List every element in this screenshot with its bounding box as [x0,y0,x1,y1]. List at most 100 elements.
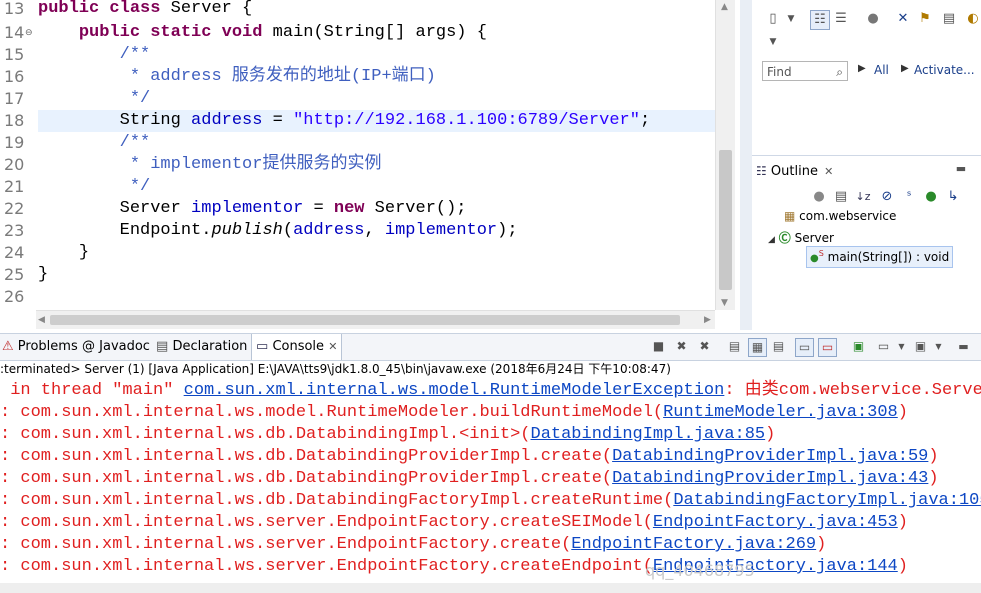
focus-icon[interactable]: ● [864,10,882,28]
close-icon[interactable]: ✕ [824,165,833,178]
schedule-icon[interactable]: ☰ [832,10,850,28]
collapse-all-icon[interactable]: ▤ [832,188,850,206]
tree-item-method[interactable]: ●S main(String[]) : void [810,249,949,264]
code-line-18-current[interactable]: String address = "http://192.168.1.100:6… [38,110,715,132]
remove-all-icon[interactable]: ✖ [696,338,713,355]
vertical-scroll-thumb[interactable] [719,150,732,290]
code-line-20[interactable]: * implementor提供服务的实例 [38,154,715,176]
pin-console-icon[interactable]: ▣ [850,338,867,355]
focus-icon[interactable]: ● [810,188,828,206]
console-line[interactable]: : com.sun.xml.internal.ws.server.Endpoin… [0,556,908,578]
code-line-15[interactable]: /** [38,44,715,66]
console-line[interactable]: : com.sun.xml.internal.ws.db.Databinding… [0,446,939,468]
remove-launch-icon[interactable]: ✖ [673,338,690,355]
exception-link[interactable]: com.sun.xml.internal.ws.model.RuntimeMod… [184,381,725,400]
code-line-22[interactable]: Server implementor = new Server(); [38,198,715,220]
close-icon[interactable]: ✕ [328,340,337,353]
line-number: 17 [4,89,25,108]
horizontal-scroll-thumb[interactable] [50,315,680,325]
dropdown-arrow-icon[interactable]: ▼ [782,10,800,28]
code-line-21[interactable]: */ [38,176,715,198]
scroll-right-icon[interactable]: ▶ [704,315,711,325]
code-line-13[interactable]: public class Server { [38,0,715,20]
activate-link[interactable]: Activate... [914,63,975,77]
stack-frame-link[interactable]: EndpointFactory.java:269 [571,535,816,554]
line-number: 18 [4,111,25,130]
minimize-icon[interactable]: ▬ [955,338,972,355]
stack-frame-link[interactable]: RuntimeModeler.java:308 [663,403,898,422]
stack-frame-link[interactable]: DatabindingProviderImpl.java:59 [612,447,928,466]
all-link[interactable]: All [874,63,889,77]
word-wrap-icon[interactable]: ▤ [770,338,787,355]
collapse-all-icon[interactable]: ▤ [940,10,958,28]
tab-problems[interactable]: ⚠ Problems [2,334,78,360]
console-line[interactable]: : com.sun.xml.internal.ws.db.Databinding… [0,424,775,446]
tab-outline[interactable]: ☷ Outline ✕ [756,158,833,184]
stack-frame-link[interactable]: DatabindingImpl.java:85 [531,425,766,444]
line-number: 25 [4,265,25,284]
show-on-stdout-icon[interactable]: ▭ [795,338,814,357]
code-editor[interactable]: 13 14 ⊖ 15 16 17 18 19 20 21 22 23 24 25… [0,0,735,330]
console-line[interactable]: : com.sun.xml.internal.ws.db.Databinding… [0,490,981,512]
hide-local-types-icon[interactable]: ↳ [944,188,962,206]
tree-item-class[interactable]: ◢ Ⓒ Server [768,229,834,246]
minimize-icon[interactable]: ▬ [952,160,970,178]
static-marker: S [818,249,824,258]
code-line-25[interactable]: } [38,264,715,286]
stack-frame-link[interactable]: EndpointFactory.java:453 [653,513,898,532]
fold-icon[interactable]: ⊖ [25,22,33,44]
code-line-24[interactable]: } [38,242,715,264]
scroll-left-icon[interactable]: ◀ [38,315,45,325]
console-line[interactable]: : com.sun.xml.internal.ws.db.Databinding… [0,468,939,490]
code-line-23[interactable]: Endpoint.publish(address, implementor); [38,220,715,242]
expand-arrow-icon: ▶ [858,63,866,74]
line-number: 22 [4,199,25,218]
stack-frame-link[interactable]: DatabindingProviderImpl.java:43 [612,469,928,488]
hide-completed-icon[interactable]: ✕ [894,10,912,28]
hide-non-active-icon[interactable]: ⚑ [916,10,934,28]
editor-horizontal-scrollbar[interactable]: ◀ ▶ [36,310,715,329]
dropdown-arrow-icon[interactable]: ▼ [893,338,910,355]
find-input[interactable]: Find ⌕ [762,61,848,81]
categorize-icon[interactable]: ☷ [810,10,830,30]
at-icon: @ [82,339,95,354]
dropdown-arrow-icon[interactable]: ▼ [930,338,947,355]
scroll-lock-icon[interactable]: ▦ [748,338,767,357]
terminate-icon[interactable]: ■ [650,338,667,355]
console-line[interactable]: : com.sun.xml.internal.ws.server.Endpoin… [0,534,826,556]
editor-vertical-scrollbar[interactable]: ▲ ▼ [715,0,735,310]
tab-console[interactable]: ▭ Console ✕ [251,334,343,360]
sort-icon[interactable]: ↓z [854,188,872,206]
console-line[interactable]: : com.sun.xml.internal.ws.model.RuntimeM… [0,402,908,424]
code-line-19[interactable]: /** [38,132,715,154]
console-line[interactable]: in thread "main" com.sun.xml.internal.ws… [0,380,981,402]
class-icon: Ⓒ [778,231,791,245]
code-line-16[interactable]: * address 服务发布的地址(IP+端口) [38,66,715,88]
console-horizontal-scrollbar[interactable] [0,583,981,593]
new-task-icon[interactable]: ▯ [764,10,782,28]
line-number: 24 [4,243,25,262]
stack-frame-link[interactable]: DatabindingFactoryImpl.java:105 [673,491,981,510]
console-line[interactable]: : com.sun.xml.internal.ws.server.Endpoin… [0,512,908,534]
hide-static-icon[interactable]: ˢ [900,188,918,206]
scroll-up-icon[interactable]: ▲ [721,2,728,12]
code-line-17[interactable]: */ [38,88,715,110]
expand-arrow-icon[interactable]: ◢ [768,235,775,245]
line-number: 16 [4,67,25,86]
sync-icon[interactable]: ◐ [964,10,981,28]
code-line-14[interactable]: public static void main(String[] args) { [38,22,715,44]
open-console-icon[interactable]: ▣ [912,338,929,355]
view-menu-icon[interactable]: ▼ [764,33,782,51]
tab-declaration[interactable]: ▤ Declaration [156,334,247,360]
hide-non-public-icon[interactable]: ● [922,188,940,206]
console-icon: ▭ [256,339,269,354]
view-splitter[interactable] [740,0,752,330]
scroll-down-icon[interactable]: ▼ [721,298,728,308]
display-console-icon[interactable]: ▭ [875,338,892,355]
outline-view: ☷ Outline ✕ ▬ ● ▤ ↓z ⊘ ˢ ● ↳ ▦ com.webse… [752,155,981,331]
tab-javadoc[interactable]: @ Javadoc [82,334,150,360]
clear-console-icon[interactable]: ▤ [726,338,743,355]
tree-item-package[interactable]: ▦ com.webservice [784,209,896,223]
hide-fields-icon[interactable]: ⊘ [878,188,896,206]
show-on-stderr-icon[interactable]: ▭ [818,338,837,357]
